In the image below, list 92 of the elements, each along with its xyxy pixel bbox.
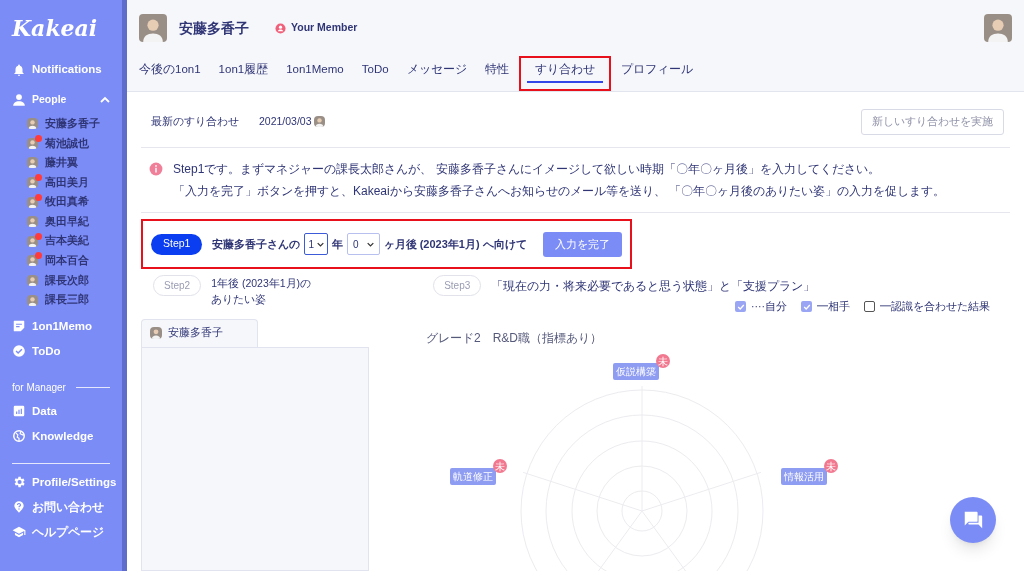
person-link[interactable]: 藤井翼 [0, 153, 122, 173]
check-icon [736, 302, 745, 311]
avatar-icon [27, 294, 38, 306]
legend-checkbox[interactable] [735, 301, 746, 313]
caret-icon [366, 240, 374, 248]
month-select[interactable]: 0 [347, 233, 380, 255]
year-select[interactable]: 1 [304, 233, 328, 255]
tab[interactable]: 特性 [476, 59, 517, 83]
axis-label: 軌道修正 [450, 468, 496, 485]
avatar-icon [27, 196, 38, 208]
nav-link[interactable]: 1on1Memo [0, 313, 122, 339]
step-text: 安藤多香子さんの [212, 236, 301, 252]
avatar-icon [27, 157, 38, 169]
nav-link[interactable]: お問い合わせ [0, 494, 122, 520]
step-text: 1年後 (2023年1月)の [211, 276, 312, 291]
step-text: ヶ月後 (2023年1月) へ向けて [383, 236, 527, 252]
latest-date: 2021/03/03 [259, 113, 312, 129]
tab[interactable]: ToDo [353, 59, 397, 83]
person-link[interactable]: 安藤多香子 [0, 114, 122, 134]
avatar-icon [27, 235, 38, 247]
people-nav[interactable]: People [0, 86, 122, 114]
person-link[interactable]: 課長三郎 [0, 290, 122, 310]
legend-label: ━認識を合わせた結果 [880, 299, 990, 314]
pending-badge: 未 [824, 459, 838, 473]
user-avatar [984, 14, 1012, 42]
latest-label: 最新のすり合わせ [151, 113, 239, 129]
avatar-icon [27, 137, 38, 149]
person-icon [275, 22, 286, 34]
bell-icon [12, 62, 26, 77]
year-unit: 年 [332, 236, 343, 252]
nav-link[interactable]: ToDo [0, 338, 122, 364]
nav-link[interactable]: Data [0, 398, 122, 424]
info-icon [149, 162, 163, 176]
nav-link[interactable]: Profile/Settings [0, 469, 122, 495]
person-link[interactable]: 吉本美紀 [0, 231, 122, 252]
globe-icon [12, 429, 26, 444]
complete-button[interactable]: 入力を完了 [542, 231, 622, 257]
settings-icon [12, 475, 26, 490]
avatar-icon [150, 327, 162, 340]
logo: Kakeai [10, 14, 99, 43]
pending-badge: 未 [656, 354, 670, 368]
profile-avatar [139, 14, 167, 42]
legend-label: ━相手 [817, 299, 850, 314]
check-icon [802, 302, 811, 311]
avatar-icon [313, 116, 325, 127]
avatar-icon [27, 216, 38, 228]
section-label: for Manager [12, 380, 66, 395]
caret-icon [317, 240, 324, 248]
info-text: Step1です。まずマネジャーの課長太郎さんが、 安藤多香子さんにイメージして欲しい時期「〇年〇ヶ月後」を入力してください。 [173, 161, 881, 178]
avatar-icon [27, 118, 38, 130]
member-role: Your Member [291, 20, 358, 36]
chart-icon [12, 404, 26, 419]
legend-checkbox[interactable] [801, 301, 812, 313]
person-link[interactable]: 奥田早紀 [0, 211, 122, 232]
card-tab-label: 安藤多香子 [168, 325, 223, 341]
avatar-icon [27, 275, 38, 287]
avatar-icon [27, 177, 38, 189]
avatar-icon [27, 255, 38, 267]
person-link[interactable]: 牧田真希 [0, 192, 122, 212]
help-icon [12, 500, 26, 515]
step-text: 「現在の力・将来必要であると思う状態」と「支援プラン」 [491, 278, 816, 295]
card-tab[interactable]: 安藤多香子 [141, 318, 258, 347]
nav-link[interactable]: Notifications [0, 57, 122, 82]
graduation-cap-icon [12, 525, 26, 540]
legend-checkbox[interactable] [864, 301, 875, 313]
tab[interactable]: プロフィール [612, 59, 701, 83]
person-link[interactable]: 高田美月 [0, 172, 122, 193]
pending-badge: 未 [493, 459, 507, 473]
axis-label: 情報活用 [781, 468, 827, 485]
tab[interactable]: すり合わせ [526, 59, 603, 83]
axis-label: 仮説構築 [613, 363, 659, 380]
tab[interactable]: メッセージ [398, 59, 475, 83]
step-text: ありたい姿 [211, 292, 267, 307]
chart-title: グレード2 R&D職（指標あり） [426, 329, 602, 347]
step-badge: Step1 [151, 233, 203, 255]
tab[interactable]: 1on1Memo [278, 59, 352, 83]
new-session-button[interactable]: 新しいすり合わせを実施 [861, 108, 1004, 135]
tab[interactable]: 今後の1on1 [131, 59, 209, 83]
note-icon [12, 319, 26, 334]
check-circle-icon [12, 344, 26, 359]
person-link[interactable]: 岡本百合 [0, 251, 122, 271]
info-text: 「入力を完了」ボタンを押すと、Kakeaiから安藤多香子さんへお知らせのメール等を送り、 「〇年〇ヶ月後のありたい姿」の入力を促します。 [173, 183, 946, 200]
person-link[interactable]: 菊池誠也 [0, 133, 122, 154]
chat-icon [962, 509, 984, 531]
person-icon [12, 93, 26, 107]
nav-link[interactable]: ヘルプページ [0, 519, 122, 545]
nav-link[interactable]: Knowledge [0, 423, 122, 449]
person-link[interactable]: 課長次郎 [0, 270, 122, 291]
member-name: 安藤多香子 [179, 18, 249, 38]
chat-button[interactable] [950, 497, 996, 543]
tab[interactable]: 1on1履歴 [210, 59, 277, 83]
legend-label: ····自分 [751, 299, 787, 314]
